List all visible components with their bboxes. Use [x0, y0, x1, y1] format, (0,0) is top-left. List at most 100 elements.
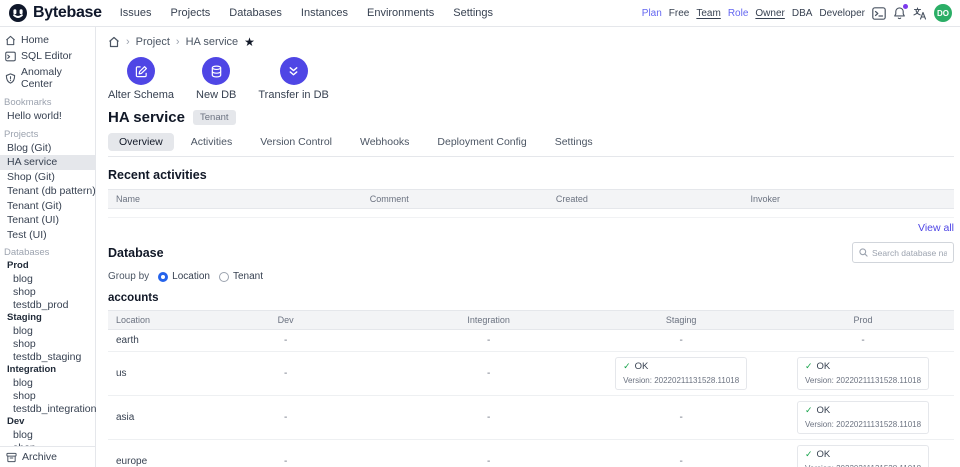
empty-cell-dash: - [284, 335, 287, 346]
archive-label: Archive [22, 451, 57, 463]
sidebar-project-shop-git[interactable]: Shop (Git) [0, 170, 95, 185]
empty-cell-dash: - [487, 368, 490, 379]
bookmarks-header: Bookmarks [0, 92, 95, 109]
nav-settings[interactable]: Settings [453, 7, 493, 19]
search-icon [859, 248, 868, 257]
main-content: › Project › HA service ★ Alter Schema [96, 27, 960, 467]
cell-prod: ✓OK Version: 20220211131528.11018 [772, 440, 954, 467]
plan-upgrade-link[interactable]: Team [696, 8, 720, 19]
archive-icon [6, 452, 17, 463]
bookmark-item[interactable]: Hello world! [0, 109, 95, 124]
check-icon: ✓ [805, 449, 813, 460]
table-row-us: us - - ✓OK Version: 20220211131528.11018… [108, 352, 954, 396]
env-group-prod: Prod [0, 259, 95, 272]
empty-cell-dash: - [679, 335, 682, 346]
group-by-tenant-radio[interactable]: Tenant [219, 271, 263, 282]
empty-cell-dash: - [284, 368, 287, 379]
table-header-row: Name Comment Created Invoker [108, 190, 954, 209]
notification-bell-icon[interactable] [893, 6, 906, 20]
db-item[interactable]: blog [0, 324, 95, 337]
status-label: OK [635, 361, 649, 372]
search-input[interactable] [872, 248, 947, 258]
tab-overview[interactable]: Overview [108, 133, 174, 151]
sidebar-item-archive[interactable]: Archive [0, 446, 95, 467]
db-item[interactable]: shop [0, 389, 95, 402]
cell-integration: - [387, 330, 590, 352]
nav-databases[interactable]: Databases [229, 7, 282, 19]
favorite-star-icon[interactable]: ★ [244, 35, 255, 49]
group-by-row: Group by Location Tenant [108, 271, 954, 282]
console-icon[interactable] [872, 7, 886, 20]
view-all-link[interactable]: View all [918, 222, 954, 234]
check-icon: ✓ [623, 361, 631, 372]
plan-value: Free [669, 8, 690, 19]
sidebar-project-ha-service[interactable]: HA service [0, 155, 95, 170]
edit-icon [127, 57, 155, 85]
tab-version-control[interactable]: Version Control [249, 133, 343, 151]
notification-dot [903, 4, 908, 9]
db-item[interactable]: testdb_integration [0, 402, 95, 415]
db-item[interactable]: shop [0, 285, 95, 298]
role-developer[interactable]: Developer [819, 8, 865, 19]
cell-prod: ✓OK Version: 20220211131528.11018 [772, 352, 954, 396]
breadcrumb-ha-service[interactable]: HA service [186, 36, 239, 48]
brand[interactable]: Bytebase [8, 3, 102, 23]
navbar-right: Plan Free Team Role Owner DBA Developer [642, 4, 952, 22]
alter-schema-button[interactable]: Alter Schema [108, 57, 174, 101]
column-created: Created [548, 190, 743, 209]
database-search[interactable] [852, 242, 954, 263]
tab-activities[interactable]: Activities [180, 133, 243, 151]
quick-action-label: New DB [196, 89, 236, 101]
transfer-in-icon [280, 57, 308, 85]
quick-actions: Alter Schema New DB Tran [108, 57, 954, 101]
table-row-europe: europe - - - ✓OK Version: 20220211131528… [108, 440, 954, 467]
sidebar-item-anomaly-center[interactable]: Anomaly Center [0, 64, 95, 92]
sidebar: Home SQL Editor Anomaly Center Bookmarks… [0, 27, 96, 467]
sidebar-project-tenant-db-pattern[interactable]: Tenant (db pattern) [0, 184, 95, 199]
avatar[interactable]: DO [934, 4, 952, 22]
breadcrumb-home-icon[interactable] [108, 36, 120, 48]
sidebar-item-home[interactable]: Home [0, 32, 95, 48]
db-item[interactable]: blog [0, 376, 95, 389]
app-body: Home SQL Editor Anomaly Center Bookmarks… [0, 27, 960, 467]
sidebar-item-sql-editor[interactable]: SQL Editor [0, 48, 95, 64]
db-item[interactable]: testdb_prod [0, 298, 95, 311]
role-dba[interactable]: DBA [792, 8, 813, 19]
language-switch-icon[interactable] [913, 7, 927, 20]
tab-deployment-config[interactable]: Deployment Config [426, 133, 537, 151]
tab-settings[interactable]: Settings [544, 133, 604, 151]
sidebar-project-tenant-ui[interactable]: Tenant (UI) [0, 213, 95, 228]
tab-webhooks[interactable]: Webhooks [349, 133, 420, 151]
check-icon: ✓ [805, 361, 813, 372]
sidebar-project-tenant-git[interactable]: Tenant (Git) [0, 199, 95, 214]
quick-action-label: Alter Schema [108, 89, 174, 101]
database-title: Database [108, 246, 164, 260]
db-item[interactable]: testdb_staging [0, 350, 95, 363]
nav-issues[interactable]: Issues [120, 7, 152, 19]
database-status-card[interactable]: ✓OK Version: 20220211131528.11018 [615, 357, 747, 390]
plan-label: Plan [642, 8, 662, 19]
role-owner-link[interactable]: Owner [755, 8, 784, 19]
cell-dev: - [184, 440, 387, 467]
db-item[interactable]: shop [0, 337, 95, 350]
group-by-location-radio[interactable]: Location [158, 271, 210, 282]
status-label: OK [817, 405, 831, 416]
column-prod: Prod [772, 311, 954, 330]
db-item[interactable]: blog [0, 428, 95, 441]
database-status-card[interactable]: ✓OK Version: 20220211131528.11018 [797, 357, 929, 390]
new-db-button[interactable]: New DB [196, 57, 236, 101]
brand-name: Bytebase [33, 4, 102, 22]
sidebar-project-blog-git[interactable]: Blog (Git) [0, 141, 95, 156]
breadcrumb-project[interactable]: Project [136, 36, 170, 48]
db-item[interactable]: blog [0, 272, 95, 285]
nav-instances[interactable]: Instances [301, 7, 348, 19]
cell-integration: - [387, 396, 590, 440]
cell-dev: - [184, 396, 387, 440]
nav-environments[interactable]: Environments [367, 7, 434, 19]
transfer-in-db-button[interactable]: Transfer in DB [258, 57, 329, 101]
database-status-card[interactable]: ✓OK Version: 20220211131528.11018 [797, 401, 929, 434]
database-status-card[interactable]: ✓OK Version: 20220211131528.11018 [797, 445, 929, 467]
recent-activities-title: Recent activities [108, 168, 954, 182]
sidebar-project-test-ui[interactable]: Test (UI) [0, 228, 95, 243]
nav-projects[interactable]: Projects [171, 7, 211, 19]
